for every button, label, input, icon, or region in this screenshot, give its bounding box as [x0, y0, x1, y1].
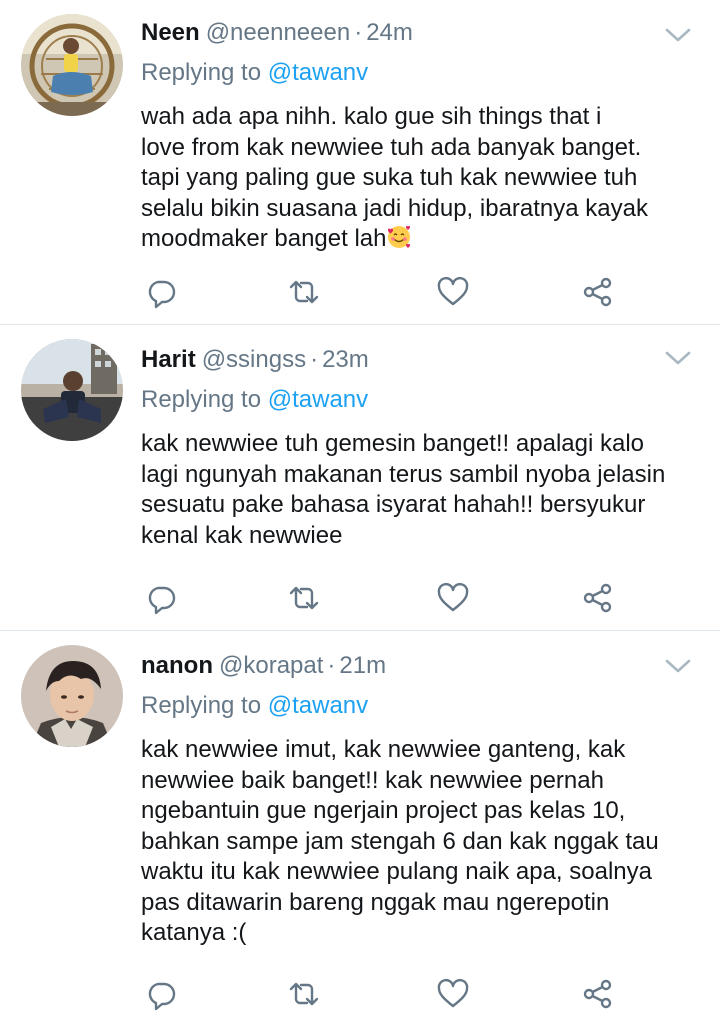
tweet-text: wah ada apa nihh. kalo gue sih things th… — [141, 102, 690, 255]
reply-button[interactable] — [141, 974, 181, 1014]
retweet-button[interactable] — [284, 578, 324, 618]
reply-icon — [148, 280, 176, 309]
display-name[interactable]: nanon — [141, 652, 213, 679]
avatar-harit-image — [21, 339, 123, 441]
replying-to-handle[interactable]: @tawanv — [268, 692, 368, 719]
heart-icon — [437, 978, 469, 1008]
replying-to-handle[interactable]: @tawanv — [268, 59, 368, 86]
chevron-down-icon[interactable] — [664, 657, 692, 675]
replying-to-line: Replying to @tawanv — [141, 58, 690, 88]
tweet-content: Harit @ssingss · 23m Replying to @tawanv ka… — [141, 325, 690, 551]
tweet-text: kak newwiee tuh gemesin banget!! apalagi… — [141, 430, 666, 549]
tweet-actions — [141, 578, 631, 618]
smiling-face-with-hearts-icon — [386, 224, 412, 250]
retweet-icon — [289, 280, 319, 304]
share-icon — [583, 979, 612, 1009]
reply-feed: Neen @neenneeen · 24m Replying to @tawanv w… — [0, 0, 720, 1026]
share-icon — [583, 583, 612, 613]
avatar-nanon-image — [21, 645, 123, 747]
retweet-icon — [289, 586, 319, 610]
replying-to-label: Replying to — [141, 59, 262, 86]
separator-dot: · — [327, 652, 336, 679]
share-icon — [583, 277, 612, 307]
user-handle[interactable]: @korapat — [219, 652, 323, 679]
retweet-icon — [289, 982, 319, 1006]
tweet[interactable]: Harit @ssingss · 23m Replying to @tawanv ka… — [0, 325, 720, 631]
tweet-actions — [141, 272, 631, 312]
tweet-header: Harit @ssingss · 23m — [141, 345, 690, 375]
replying-to-label: Replying to — [141, 386, 262, 413]
replying-to-label: Replying to — [141, 692, 262, 719]
retweet-button[interactable] — [284, 974, 324, 1014]
share-button[interactable] — [578, 272, 618, 312]
user-handle[interactable]: @neenneeen — [206, 19, 351, 46]
tweet-header: nanon @korapat · 21m — [141, 651, 690, 681]
like-button[interactable] — [433, 272, 473, 312]
timestamp[interactable]: 24m — [366, 19, 413, 46]
separator-dot: · — [310, 346, 319, 373]
tweet-content: nanon @korapat · 21m Replying to @tawanv ka… — [141, 631, 690, 949]
separator-dot: · — [354, 19, 363, 46]
avatar-neen-image — [21, 14, 123, 116]
chevron-down-icon[interactable] — [664, 26, 692, 44]
tweet-actions — [141, 974, 631, 1014]
tweet-text: kak newwiee imut, kak newwiee ganteng, k… — [141, 736, 659, 946]
avatar[interactable] — [21, 339, 123, 441]
timestamp[interactable]: 21m — [339, 652, 386, 679]
timestamp[interactable]: 23m — [322, 346, 369, 373]
avatar[interactable] — [21, 14, 123, 116]
heart-icon — [437, 276, 469, 306]
reply-button[interactable] — [141, 578, 181, 618]
tweet-header: Neen @neenneeen · 24m — [141, 18, 690, 48]
user-handle[interactable]: @ssingss — [202, 346, 306, 373]
avatar[interactable] — [21, 645, 123, 747]
tweet[interactable]: Neen @neenneeen · 24m Replying to @tawanv w… — [0, 0, 720, 325]
heart-icon — [437, 582, 469, 612]
chevron-down-icon[interactable] — [664, 349, 692, 367]
display-name[interactable]: Neen — [141, 19, 200, 46]
replying-to-line: Replying to @tawanv — [141, 385, 690, 415]
display-name[interactable]: Harit — [141, 346, 196, 373]
reply-button[interactable] — [141, 272, 181, 312]
tweet[interactable]: nanon @korapat · 21m Replying to @tawanv ka… — [0, 631, 720, 1026]
retweet-button[interactable] — [284, 272, 324, 312]
share-button[interactable] — [578, 974, 618, 1014]
replying-to-line: Replying to @tawanv — [141, 691, 690, 721]
share-button[interactable] — [578, 578, 618, 618]
like-button[interactable] — [433, 974, 473, 1014]
replying-to-handle[interactable]: @tawanv — [268, 386, 368, 413]
tweet-content: Neen @neenneeen · 24m Replying to @tawanv w… — [141, 0, 690, 255]
reply-icon — [148, 982, 176, 1011]
reply-icon — [148, 586, 176, 615]
like-button[interactable] — [433, 578, 473, 618]
